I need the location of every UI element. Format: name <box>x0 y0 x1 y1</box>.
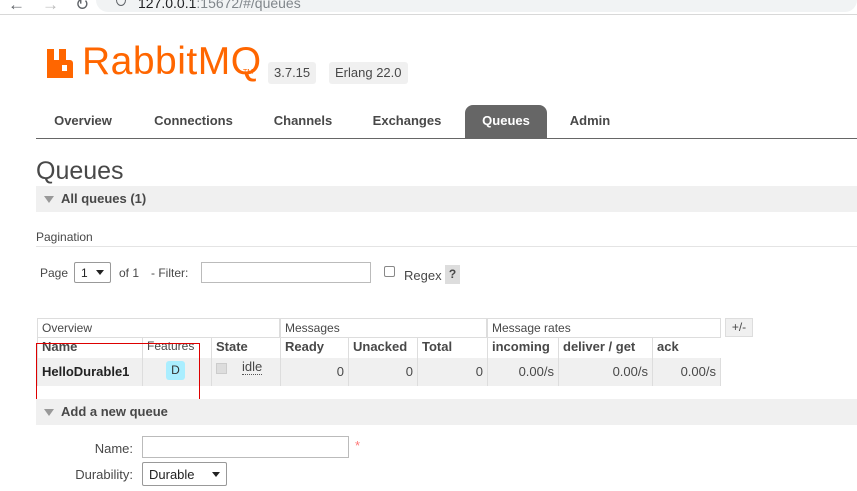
column-toggle-button[interactable]: +/- <box>725 318 753 337</box>
required-marker: * <box>355 438 361 453</box>
browser-toolbar: ← → ↻ 127.0.0.1:15672/#/queues <box>0 0 857 15</box>
reload-icon[interactable]: ↻ <box>75 0 89 15</box>
durability-label: Durability: <box>75 467 133 482</box>
column-header-unacked[interactable]: Unacked <box>348 338 417 358</box>
tab-exchanges[interactable]: Exchanges <box>361 105 453 138</box>
forward-icon[interactable]: → <box>42 0 59 15</box>
erlang-version-badge: Erlang 22.0 <box>329 62 408 84</box>
deliver-get-rate: 0.00/s <box>558 358 652 386</box>
column-header-total[interactable]: Total <box>417 338 487 358</box>
logo-trademark: TM <box>243 69 254 76</box>
tab-admin[interactable]: Admin <box>558 105 622 138</box>
page-title: Queues <box>36 157 124 185</box>
page-select[interactable]: 1 <box>74 262 111 283</box>
add-queue-section-toggle[interactable]: Add a new queue <box>36 399 857 425</box>
tab-overview[interactable]: Overview <box>40 105 126 138</box>
column-header-state[interactable]: State <box>211 338 280 358</box>
tab-connections[interactable]: Connections <box>142 105 245 138</box>
page-label: Page <box>40 266 69 280</box>
state-indicator-icon <box>216 363 227 374</box>
column-header-ack[interactable]: ack <box>652 338 721 358</box>
collapse-triangle-icon <box>44 409 54 416</box>
group-header-overview: Overview <box>37 318 280 338</box>
ack-rate: 0.00/s <box>652 358 721 386</box>
durability-select[interactable]: Durable <box>142 462 227 486</box>
version-badge: 3.7.15 <box>268 62 317 84</box>
all-queues-title: All queues (1) <box>61 191 147 206</box>
durability-select-value: Durable <box>149 467 195 482</box>
dropdown-arrow-icon <box>212 472 220 477</box>
group-header-messages: Messages <box>280 318 487 338</box>
page-count-label: of 1 <box>119 266 140 280</box>
pagination-divider <box>36 246 857 247</box>
filter-input[interactable] <box>201 262 371 283</box>
total-count: 0 <box>417 358 487 386</box>
add-queue-title: Add a new queue <box>61 404 168 419</box>
annotation-highlight-box <box>36 343 200 401</box>
column-header-incoming[interactable]: incoming <box>487 338 558 358</box>
filter-label: - Filter: <box>151 266 189 280</box>
state-idle-label: idle <box>242 359 263 375</box>
main-nav-tabs: Overview Connections Channels Exchanges … <box>36 105 857 139</box>
column-header-ready[interactable]: Ready <box>280 338 348 358</box>
tab-channels[interactable]: Channels <box>262 105 344 138</box>
logo-text: RabbitMQ <box>82 40 262 83</box>
queue-name-input[interactable] <box>142 436 349 458</box>
ready-count: 0 <box>280 358 348 386</box>
page-select-value: 1 <box>81 266 88 280</box>
collapse-triangle-icon <box>44 196 54 203</box>
all-queues-section-toggle[interactable]: All queues (1) <box>36 186 857 212</box>
queue-name-label: Name: <box>94 441 133 456</box>
column-header-deliver-get[interactable]: deliver / get <box>558 338 652 358</box>
regex-help-button[interactable]: ? <box>445 265 460 284</box>
pagination-label: Pagination <box>36 230 93 244</box>
back-icon[interactable]: ← <box>8 0 25 15</box>
tab-queues[interactable]: Queues <box>465 105 547 138</box>
incoming-rate: 0.00/s <box>487 358 558 386</box>
regex-label: Regex <box>404 268 442 283</box>
group-header-message-rates: Message rates <box>487 318 721 338</box>
unacked-count: 0 <box>348 358 417 386</box>
dropdown-arrow-icon <box>96 270 104 275</box>
regex-checkbox[interactable] <box>384 266 395 277</box>
rabbitmq-logo-icon <box>47 49 73 78</box>
url-text[interactable]: 127.0.0.1:15672/#/queues <box>138 0 301 11</box>
